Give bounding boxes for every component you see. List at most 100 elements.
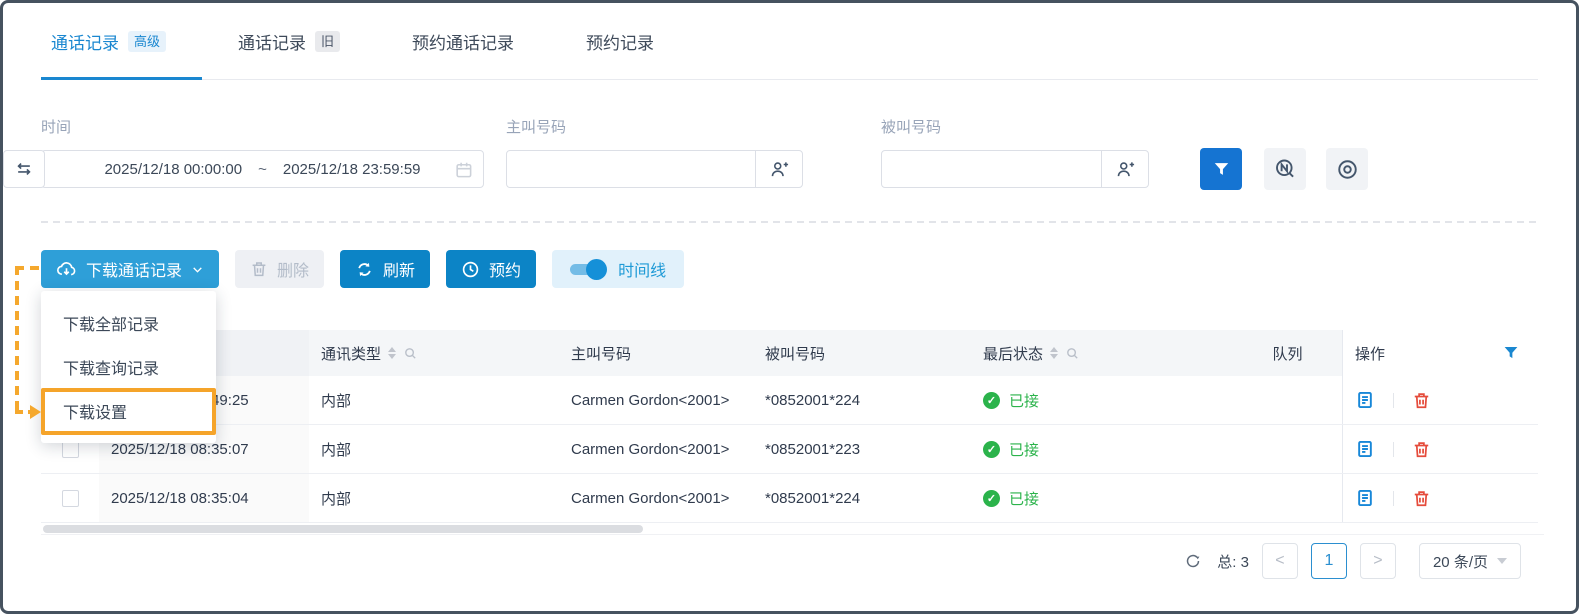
- current-page-button[interactable]: 1: [1311, 543, 1347, 579]
- horizontal-scrollbar[interactable]: [43, 525, 643, 533]
- reload-list-icon[interactable]: [1184, 552, 1202, 570]
- column-header-status[interactable]: 最后状态: [971, 330, 1233, 376]
- person-add-icon: [1115, 159, 1136, 180]
- cell-time: 2025/12/18 08:35:04: [99, 474, 309, 522]
- section-divider: [41, 221, 1540, 223]
- calendar-icon: [454, 160, 473, 179]
- swap-icon: [14, 159, 34, 179]
- callee-filter-label: 被叫号码: [881, 116, 941, 137]
- page-size-select[interactable]: 20 条/页: [1419, 543, 1521, 579]
- caller-number-input[interactable]: [507, 151, 755, 187]
- chevron-down-icon: [1497, 558, 1507, 564]
- call-records-panel: 通话记录 高级 通话记录 旧 预约通话记录 预约记录 时间 主叫号码 被叫号码 …: [0, 0, 1579, 614]
- connector-line: [15, 266, 19, 414]
- cell-callee: *0852001*224: [753, 376, 971, 424]
- row-checkbox[interactable]: [62, 441, 79, 458]
- connector-arrow-icon: [30, 405, 41, 419]
- cell-caller: Carmen Gordon<2001>: [559, 474, 753, 522]
- column-header-caller[interactable]: 主叫号码: [559, 330, 753, 376]
- funnel-icon: [1212, 160, 1231, 179]
- column-header-type[interactable]: 通讯类型: [309, 330, 559, 376]
- next-page-button[interactable]: >: [1360, 543, 1396, 579]
- timeline-toggle[interactable]: [570, 264, 604, 275]
- tab-label: 预约记录: [586, 29, 654, 54]
- timeline-toggle-label: 时间线: [618, 257, 666, 281]
- download-call-records-button[interactable]: 下载通话记录: [41, 250, 219, 288]
- cell-callee: *0852001*223: [753, 425, 971, 473]
- delete-record-icon[interactable]: [1412, 391, 1431, 410]
- search-icon[interactable]: [403, 346, 418, 361]
- eye-icon: [1336, 158, 1359, 181]
- column-header-queue[interactable]: 队列: [1233, 330, 1342, 376]
- cell-status: ✓已接: [971, 376, 1233, 424]
- table-header: 时间 通讯类型 主叫号码 被叫号码 最后状态 队列 操作: [41, 330, 1538, 376]
- clock-icon: [461, 260, 480, 279]
- table-row: 2025/12/18 08:35:04 内部 Carmen Gordon<200…: [41, 474, 1538, 523]
- connector-line: [15, 410, 31, 414]
- tab-call-records-old[interactable]: 通话记录 旧: [202, 3, 376, 79]
- actions-divider: [1393, 442, 1394, 457]
- delete-button-label: 删除: [277, 257, 309, 281]
- call-detail-icon[interactable]: [1355, 439, 1375, 459]
- actions-divider: [1393, 491, 1394, 506]
- date-separator: ~: [258, 161, 267, 178]
- actions-filter-icon[interactable]: [1502, 344, 1520, 362]
- trash-icon: [250, 260, 268, 278]
- cloud-download-icon: [56, 259, 77, 280]
- sort-icon[interactable]: [1050, 347, 1058, 359]
- cell-status: ✓已接: [971, 474, 1233, 522]
- refresh-button[interactable]: 刷新: [340, 250, 430, 288]
- column-header-callee[interactable]: 被叫号码: [753, 330, 971, 376]
- menu-item-download-all[interactable]: 下载全部记录: [41, 301, 216, 345]
- callee-number-input[interactable]: [882, 151, 1101, 187]
- tab-bar: 通话记录 高级 通话记录 旧 预约通话记录 预约记录: [41, 3, 1538, 80]
- tab-scheduled-call-records[interactable]: 预约通话记录: [376, 3, 550, 79]
- swap-numbers-button[interactable]: [3, 150, 45, 188]
- view-visibility-button[interactable]: [1326, 148, 1368, 190]
- chevron-down-icon: [191, 263, 204, 276]
- table-row: 2025/12/18 10:49:25 内部 Carmen Gordon<200…: [41, 376, 1538, 425]
- delete-record-icon[interactable]: [1412, 489, 1431, 508]
- caller-contact-picker-button[interactable]: [755, 151, 802, 187]
- menu-item-download-settings[interactable]: 下载设置: [41, 389, 216, 433]
- toggle-knob: [586, 259, 607, 280]
- cell-type: 内部: [309, 474, 559, 522]
- menu-item-download-query[interactable]: 下载查询记录: [41, 345, 216, 389]
- number-search-icon: [1273, 157, 1297, 181]
- page-size-value: 20 条/页: [1433, 551, 1488, 572]
- tab-badge-old: 旧: [315, 31, 340, 52]
- tab-scheduled-records[interactable]: 预约记录: [550, 3, 690, 79]
- refresh-icon: [355, 260, 374, 279]
- actions-divider: [1393, 393, 1394, 408]
- caller-filter-label: 主叫号码: [506, 116, 566, 137]
- time-filter-label: 时间: [41, 116, 71, 137]
- download-button-label: 下载通话记录: [86, 257, 182, 281]
- schedule-button[interactable]: 预约: [446, 250, 536, 288]
- row-checkbox[interactable]: [62, 490, 79, 507]
- download-dropdown-menu: 下载全部记录 下载查询记录 下载设置: [41, 291, 216, 443]
- callee-contact-picker-button[interactable]: [1101, 151, 1148, 187]
- call-detail-icon[interactable]: [1355, 488, 1375, 508]
- cell-type: 内部: [309, 425, 559, 473]
- delete-button[interactable]: 删除: [235, 250, 324, 288]
- pagination-bar: 总: 3 < 1 > 20 条/页: [1184, 542, 1521, 580]
- status-check-icon: ✓: [983, 490, 1000, 507]
- toolbar: 下载通话记录 删除 刷新 预约 时间线: [41, 250, 684, 288]
- number-search-button[interactable]: [1264, 148, 1306, 190]
- sort-icon[interactable]: [388, 347, 396, 359]
- table-row: 2025/12/18 08:35:07 内部 Carmen Gordon<200…: [41, 425, 1538, 474]
- tab-call-records-advanced[interactable]: 通话记录 高级: [41, 3, 202, 79]
- call-detail-icon[interactable]: [1355, 390, 1375, 410]
- delete-record-icon[interactable]: [1412, 440, 1431, 459]
- prev-page-button[interactable]: <: [1262, 543, 1298, 579]
- cell-caller: Carmen Gordon<2001>: [559, 376, 753, 424]
- cell-queue: [1233, 376, 1342, 424]
- apply-filter-button[interactable]: [1200, 148, 1242, 190]
- connector-line: [15, 266, 43, 270]
- cell-actions: [1342, 474, 1538, 522]
- date-range-input[interactable]: 2025/12/18 00:00:00 ~ 2025/12/18 23:59:5…: [41, 150, 484, 188]
- refresh-button-label: 刷新: [383, 257, 415, 281]
- date-start: 2025/12/18 00:00:00: [104, 161, 242, 178]
- table-bottom-border: [41, 534, 1544, 535]
- search-icon[interactable]: [1065, 346, 1080, 361]
